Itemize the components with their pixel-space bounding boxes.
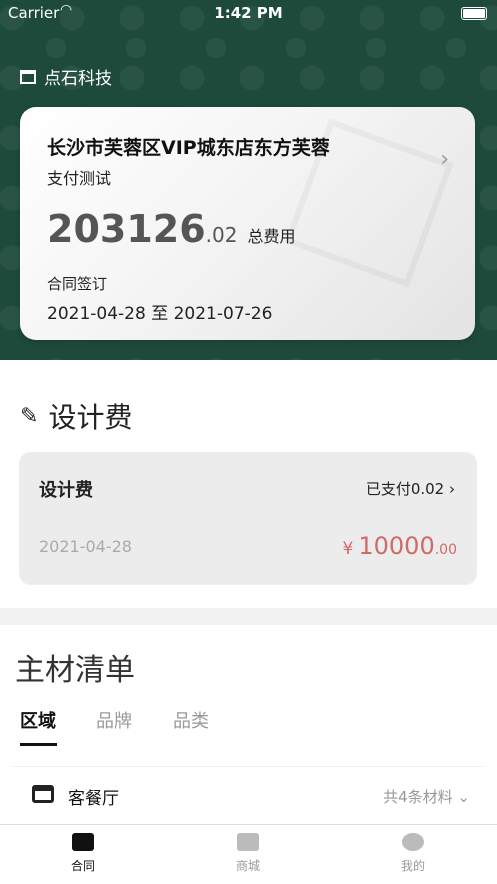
sign-label: 合同签订: [47, 275, 108, 293]
price-integer: 10000: [358, 532, 435, 560]
contract-subtitle: 支付测试: [47, 169, 112, 188]
tab-category[interactable]: 品类: [173, 707, 209, 733]
tabbar-profile-label: 我的: [400, 859, 425, 873]
contract-icon: [72, 833, 94, 851]
design-card-title: 设计费: [39, 480, 93, 501]
paid-status[interactable]: 已支付0.02 ›: [366, 478, 455, 499]
design-price: ¥ 10000.00: [342, 532, 457, 560]
room-name: 客餐厅: [68, 789, 119, 809]
currency-symbol: ¥: [342, 539, 354, 559]
room-row[interactable]: 客餐厅 共4条材料 ⌄: [12, 766, 484, 825]
company-header: 点石科技: [20, 64, 112, 89]
tabbar-profile[interactable]: 我的: [373, 833, 453, 874]
sofa-icon: [32, 785, 54, 803]
contract-dates: 2021-04-28 至 2021-07-26: [47, 304, 273, 324]
status-time: 1:42 PM: [214, 4, 283, 22]
design-title-text: 设计费: [48, 401, 133, 434]
design-fee-card[interactable]: 设计费 已支付0.02 › 2021-04-28 ¥ 10000.00: [19, 452, 477, 585]
company-name: 点石科技: [44, 69, 112, 89]
battery-icon: [461, 7, 487, 20]
room-count[interactable]: 共4条材料 ⌄: [383, 786, 470, 807]
amount-integer: 203126: [47, 207, 206, 251]
tabbar-contract-label: 合同: [70, 859, 95, 873]
materials-title: 主材清单: [15, 653, 135, 688]
contract-title: 长沙市芙蓉区VIP城东店东方芙蓉: [47, 137, 330, 159]
contract-amount: 203126.02 总费用: [47, 207, 295, 251]
tabbar-mall-label: 商城: [235, 859, 260, 873]
room-count-text: 共4条材料: [383, 788, 453, 806]
pencil-ruler-icon: ✎: [20, 403, 39, 429]
amount-decimal: .02: [205, 223, 238, 247]
design-section-title: ✎ 设计费: [20, 396, 132, 436]
tab-area[interactable]: 区域: [20, 707, 56, 733]
paid-text: 已支付0.02: [365, 480, 445, 498]
bottom-tab-bar: 合同 商城 我的: [0, 824, 497, 884]
user-icon: [402, 833, 424, 851]
store-icon: [20, 69, 36, 84]
chevron-right-icon[interactable]: ›: [440, 147, 449, 172]
tabbar-mall[interactable]: 商城: [208, 833, 288, 874]
store-icon: [237, 833, 259, 851]
tab-indicator: [20, 743, 57, 746]
amount-label: 总费用: [247, 227, 296, 246]
tabbar-contract[interactable]: 合同: [43, 833, 123, 874]
contract-card[interactable]: 长沙市芙蓉区VIP城东店东方芙蓉 支付测试 › 203126.02 总费用 合同签…: [20, 107, 475, 340]
status-bar: Carrier ◠ 1:42 PM: [0, 0, 497, 26]
design-date: 2021-04-28: [39, 537, 132, 556]
price-decimal: .00: [434, 542, 457, 558]
tab-brand[interactable]: 品牌: [96, 707, 132, 733]
